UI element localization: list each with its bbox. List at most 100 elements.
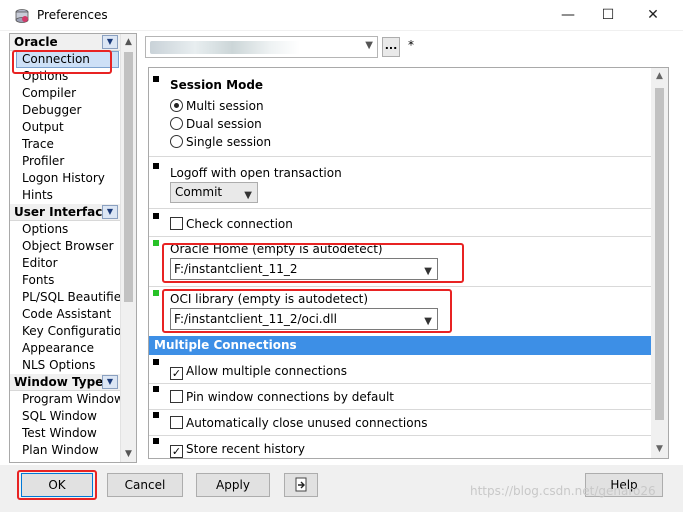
sidebar-item-trace[interactable]: Trace: [10, 136, 121, 153]
profile-combo[interactable]: ▼: [145, 36, 378, 58]
sidebar-item-logon-history[interactable]: Logon History: [10, 170, 121, 187]
group-label: Oracle: [14, 35, 58, 49]
radio-icon[interactable]: [170, 117, 183, 130]
chevron-down-icon[interactable]: ▼: [102, 375, 118, 389]
row-marker: [153, 412, 159, 418]
scroll-thumb[interactable]: [655, 88, 664, 420]
radio-label: Multi session: [186, 99, 264, 113]
group-header-user-interface[interactable]: User Interface ▼: [10, 204, 121, 221]
sidebar-item-profiler[interactable]: Profiler: [10, 153, 121, 170]
row-marker-modified: [153, 290, 159, 296]
cancel-button[interactable]: Cancel: [107, 473, 183, 497]
radio-multi-session[interactable]: Multi session: [170, 98, 264, 114]
checkbox-icon[interactable]: [170, 217, 183, 230]
chevron-down-icon: ▼: [365, 40, 373, 51]
divider: [149, 435, 652, 436]
sidebar-item-appearance[interactable]: Appearance: [10, 340, 121, 357]
sidebar-item-code-assistant[interactable]: Code Assistant: [10, 306, 121, 323]
checkbox-label: Store recent history: [186, 442, 305, 456]
highlight-ok-button: [17, 470, 97, 500]
highlight-oracle-home: [162, 243, 464, 283]
apply-button[interactable]: Apply: [196, 473, 270, 497]
auto-close-connections-checkbox[interactable]: Automatically close unused connections: [170, 415, 427, 431]
session-mode-title: Session Mode: [170, 78, 264, 92]
sidebar-item-object-browser[interactable]: Object Browser: [10, 238, 121, 255]
scroll-up-icon[interactable]: ▲: [121, 34, 136, 50]
app-icon: [15, 9, 29, 23]
radio-selected-icon[interactable]: [170, 99, 183, 112]
checkbox-label: Pin window connections by default: [186, 390, 395, 404]
section-header-multiple-connections: Multiple Connections: [149, 336, 652, 355]
radio-icon[interactable]: [170, 135, 183, 148]
sidebar-item-plsql-beautifier[interactable]: PL/SQL Beautifier: [10, 289, 121, 306]
logoff-select[interactable]: Commit ▼: [170, 182, 258, 203]
sidebar-item-editor[interactable]: Editor: [10, 255, 121, 272]
group-header-oracle[interactable]: Oracle ▼: [10, 34, 121, 51]
row-marker: [153, 163, 159, 169]
divider: [149, 236, 652, 237]
group-label: User Interface: [14, 205, 111, 219]
redacted-profile-name: [150, 41, 300, 54]
scroll-down-icon[interactable]: ▼: [121, 446, 136, 462]
radio-dual-session[interactable]: Dual session: [170, 116, 262, 132]
sidebar-item-key-configuration[interactable]: Key Configuration: [10, 323, 121, 340]
radio-single-session[interactable]: Single session: [170, 134, 271, 150]
checkbox-icon[interactable]: [170, 390, 183, 403]
sidebar-item-output[interactable]: Output: [10, 119, 121, 136]
divider: [149, 208, 652, 209]
group-label: Window Types: [14, 375, 111, 389]
sidebar-item-program-window[interactable]: Program Window: [10, 391, 121, 408]
chevron-down-icon: ▼: [244, 190, 252, 201]
radio-label: Dual session: [186, 117, 262, 131]
divider: [149, 156, 652, 157]
maximize-button[interactable]: ☐: [585, 0, 631, 31]
check-connection-checkbox[interactable]: Check connection: [170, 216, 293, 232]
logoff-label: Logoff with open transaction: [170, 166, 342, 180]
radio-label: Single session: [186, 135, 272, 149]
sidebar-item-sql-window[interactable]: SQL Window: [10, 408, 121, 425]
scroll-up-icon[interactable]: ▲: [651, 68, 668, 85]
sidebar-item-hints[interactable]: Hints: [10, 187, 121, 204]
sidebar-scrollbar[interactable]: ▲ ▼: [120, 34, 136, 462]
checkbox-icon[interactable]: [170, 416, 183, 429]
checkbox-label: Check connection: [186, 217, 293, 231]
group-header-window-types[interactable]: Window Types ▼: [10, 374, 121, 391]
sidebar-item-nls-options[interactable]: NLS Options: [10, 357, 121, 374]
export-settings-button[interactable]: [284, 473, 318, 497]
row-marker: [153, 386, 159, 392]
settings-export-icon: [295, 477, 307, 492]
divider: [149, 409, 652, 410]
title-bar: Preferences — ☐ ✕: [0, 0, 683, 31]
row-marker: [153, 76, 159, 82]
row-marker: [153, 438, 159, 444]
row-marker: [153, 213, 159, 219]
row-marker-modified: [153, 240, 159, 246]
scroll-thumb[interactable]: [124, 52, 133, 302]
logoff-value: Commit: [175, 185, 223, 199]
checkbox-checked-icon[interactable]: ✓: [170, 367, 183, 380]
checkbox-label: Allow multiple connections: [186, 364, 348, 378]
window-title: Preferences: [37, 8, 108, 22]
browse-button[interactable]: ...: [382, 37, 400, 57]
chevron-down-icon[interactable]: ▼: [102, 205, 118, 219]
close-button[interactable]: ✕: [630, 0, 676, 31]
sidebar-item-test-window[interactable]: Test Window: [10, 425, 121, 442]
chevron-down-icon[interactable]: ▼: [102, 35, 118, 49]
sidebar-item-ui-options[interactable]: Options: [10, 221, 121, 238]
store-recent-history-checkbox[interactable]: ✓ Store recent history: [170, 441, 305, 458]
divider: [149, 286, 652, 287]
category-list: Oracle ▼ Connection Options Compiler Deb…: [10, 34, 121, 462]
sidebar-item-debugger[interactable]: Debugger: [10, 102, 121, 119]
checkbox-label: Automatically close unused connections: [186, 416, 428, 430]
sidebar-item-plan-window[interactable]: Plan Window: [10, 442, 121, 459]
highlight-oci-library: [162, 289, 452, 333]
checkbox-checked-icon[interactable]: ✓: [170, 445, 183, 458]
divider: [149, 383, 652, 384]
modified-marker: *: [408, 38, 414, 52]
sidebar-item-compiler[interactable]: Compiler: [10, 85, 121, 102]
scroll-down-icon[interactable]: ▼: [651, 441, 668, 458]
allow-multiple-connections-checkbox[interactable]: ✓ Allow multiple connections: [170, 363, 348, 380]
sidebar-item-fonts[interactable]: Fonts: [10, 272, 121, 289]
pin-window-connections-checkbox[interactable]: Pin window connections by default: [170, 389, 394, 405]
settings-scrollbar[interactable]: ▲ ▼: [651, 68, 668, 458]
